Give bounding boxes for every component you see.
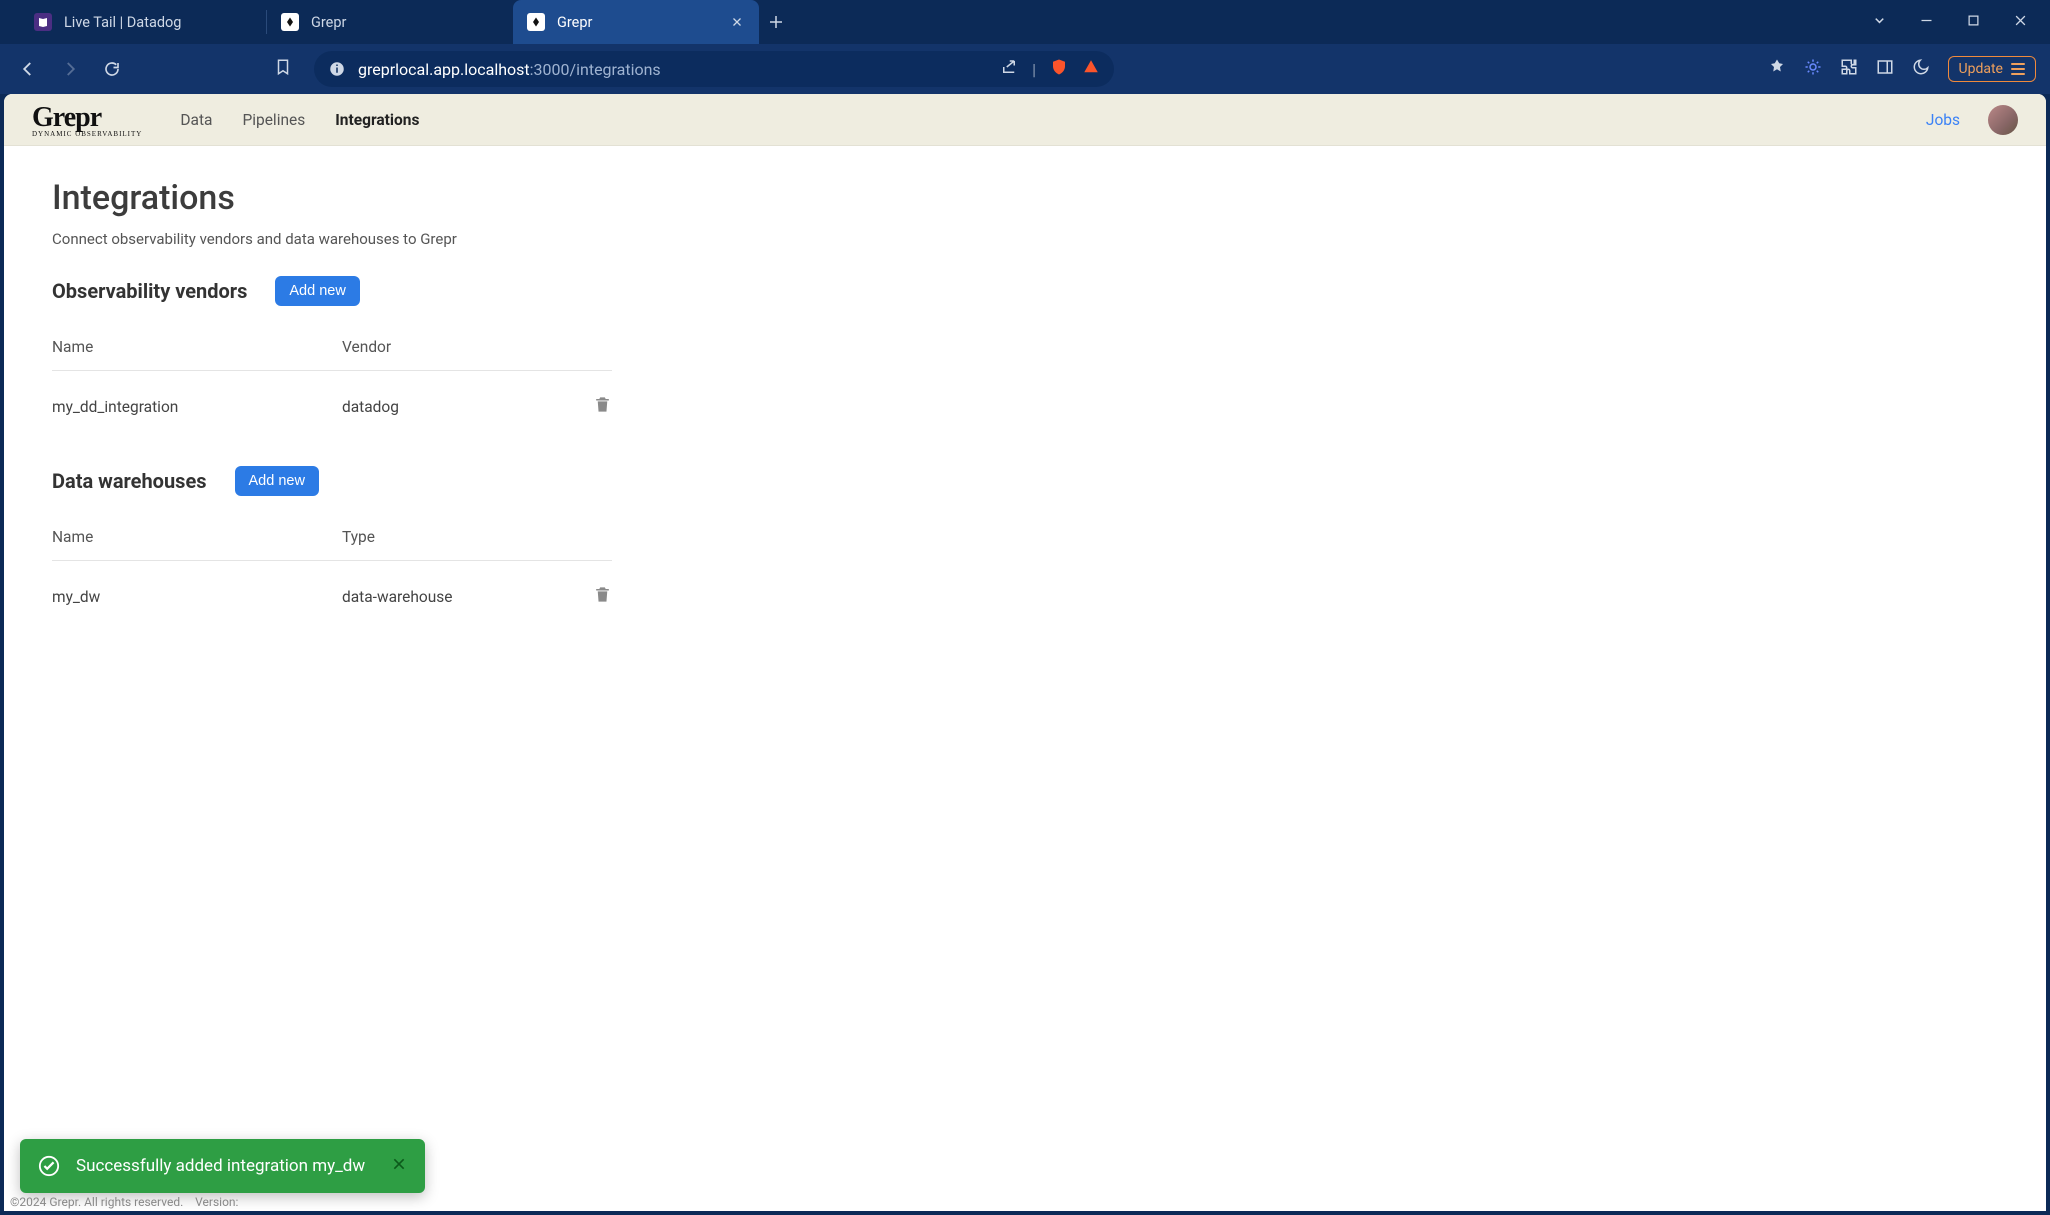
grepr-favicon-icon [527,13,545,31]
trash-icon[interactable] [593,590,612,608]
brave-rewards-icon[interactable] [1082,58,1100,80]
tab-datadog[interactable]: Live Tail | Datadog [20,0,266,44]
app-viewport: Grepr DYNAMIC OBSERVABILITY Data Pipelin… [4,94,2046,1211]
avatar[interactable] [1988,105,2018,135]
trash-icon[interactable] [593,400,612,418]
new-tab-button[interactable] [759,0,793,44]
vendors-col-vendor: Vendor [342,324,552,371]
vendors-col-name: Name [52,324,342,371]
hamburger-icon [2011,63,2025,75]
maximize-icon[interactable] [1966,13,1981,32]
vendors-heading: Observability vendors [52,279,247,303]
tab-title: Live Tail | Datadog [64,14,252,31]
datadog-favicon-icon [34,13,52,31]
nav-pipelines[interactable]: Pipelines [242,111,305,129]
brave-shield-icon[interactable] [1050,58,1068,80]
close-toast-button[interactable] [391,1156,407,1177]
grepr-favicon-icon [281,13,299,31]
tab-strip: Live Tail | Datadog Grepr Grepr [0,0,2050,44]
jobs-link[interactable]: Jobs [1926,111,1960,129]
vendors-section-head: Observability vendors Add new [52,276,776,306]
page-title: Integrations [52,178,776,218]
browser-chrome: Live Tail | Datadog Grepr Grepr [0,0,2050,94]
tab-grepr-inactive[interactable]: Grepr [267,0,513,44]
tab-title: Grepr [311,14,499,31]
extension-icon-1[interactable] [1768,58,1786,80]
logo[interactable]: Grepr DYNAMIC OBSERVABILITY [32,102,142,138]
tab-grepr-active[interactable]: Grepr [513,0,759,44]
chevron-down-icon[interactable] [1872,13,1887,32]
address-bar[interactable]: greprlocal.app.localhost:3000/integratio… [314,51,1114,87]
window-controls [1872,0,2050,44]
footer-version-label: Version: [195,1195,238,1209]
browser-toolbar: greprlocal.app.localhost:3000/integratio… [0,44,2050,94]
table-row[interactable]: my_dd_integration datadog [52,371,612,443]
extensions-puzzle-icon[interactable] [1840,58,1858,80]
toast-message: Successfully added integration my_dw [76,1156,365,1176]
site-info-icon[interactable] [328,60,346,78]
warehouses-col-name: Name [52,514,342,561]
main-nav: Data Pipelines Integrations [180,111,419,129]
warehouse-name-cell: my_dw [52,561,342,633]
extension-icon-2[interactable] [1804,58,1822,80]
warehouses-section-head: Data warehouses Add new [52,466,776,496]
dark-mode-icon[interactable] [1912,58,1930,80]
update-label: Update [1959,61,2003,77]
sidebar-toggle-icon[interactable] [1876,58,1894,80]
vendors-table: Name Vendor my_dd_integration datadog [52,324,612,442]
footer-copyright: ©2024 Grepr. All rights reserved. [10,1195,183,1209]
table-row[interactable]: my_dw data-warehouse [52,561,612,633]
share-icon[interactable] [1000,58,1018,80]
close-tab-icon[interactable] [729,14,745,30]
bookmark-icon[interactable] [274,58,292,80]
tab-title: Grepr [557,14,717,31]
forward-button[interactable] [56,55,84,83]
app-header: Grepr DYNAMIC OBSERVABILITY Data Pipelin… [4,94,2046,146]
footer: ©2024 Grepr. All rights reserved. Versio… [10,1195,238,1209]
page-description: Connect observability vendors and data w… [52,230,776,248]
vendor-vendor-cell: datadog [342,371,552,443]
page-body: Integrations Connect observability vendo… [4,146,824,664]
check-circle-icon [38,1155,60,1177]
reload-button[interactable] [98,55,126,83]
warehouses-table: Name Type my_dw data-warehouse [52,514,612,632]
add-warehouse-button[interactable]: Add new [235,466,319,496]
vendor-name-cell: my_dd_integration [52,371,342,443]
url-text: greprlocal.app.localhost:3000/integratio… [358,60,661,79]
back-button[interactable] [14,55,42,83]
update-button[interactable]: Update [1948,56,2036,82]
warehouses-heading: Data warehouses [52,469,207,493]
nav-integrations[interactable]: Integrations [335,111,419,129]
success-toast: Successfully added integration my_dw [20,1139,425,1193]
close-window-icon[interactable] [2013,13,2028,32]
minimize-icon[interactable] [1919,13,1934,32]
warehouse-type-cell: data-warehouse [342,561,552,633]
add-vendor-button[interactable]: Add new [275,276,359,306]
nav-data[interactable]: Data [180,111,212,129]
logo-text: Grepr [32,102,101,133]
warehouses-col-type: Type [342,514,552,561]
logo-subtext: DYNAMIC OBSERVABILITY [32,130,142,138]
